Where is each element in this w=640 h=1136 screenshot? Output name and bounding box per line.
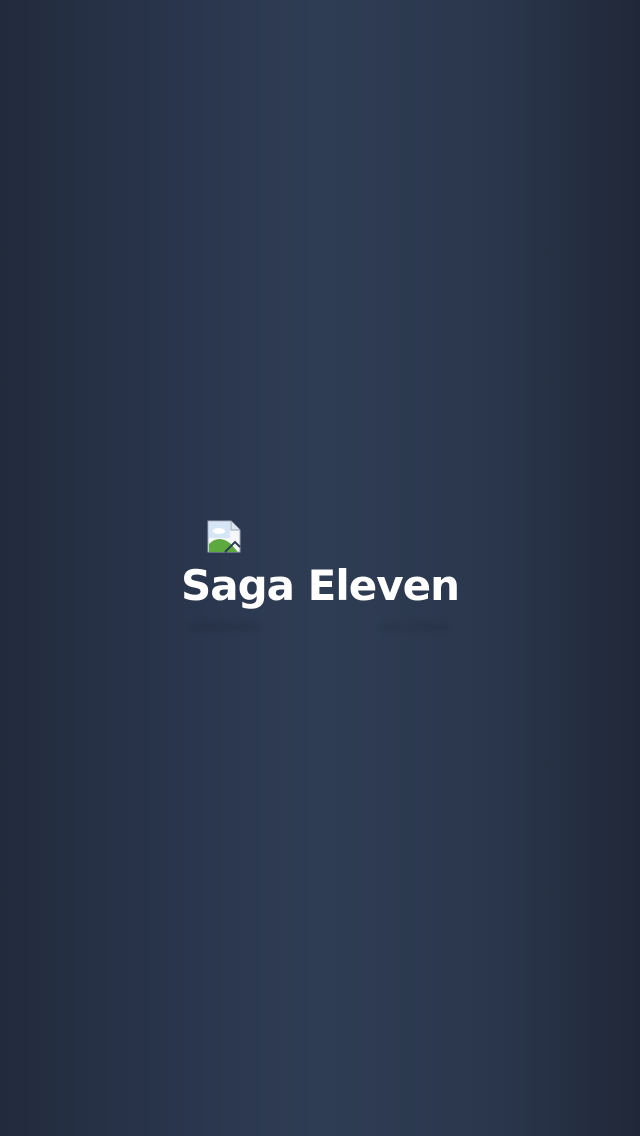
- broken-image-icon: [207, 520, 241, 553]
- title-shadow: [190, 612, 450, 642]
- app-logo: [207, 520, 241, 553]
- app-title: Saga Eleven: [181, 561, 460, 610]
- splash-screen: Saga Eleven: [0, 0, 640, 1136]
